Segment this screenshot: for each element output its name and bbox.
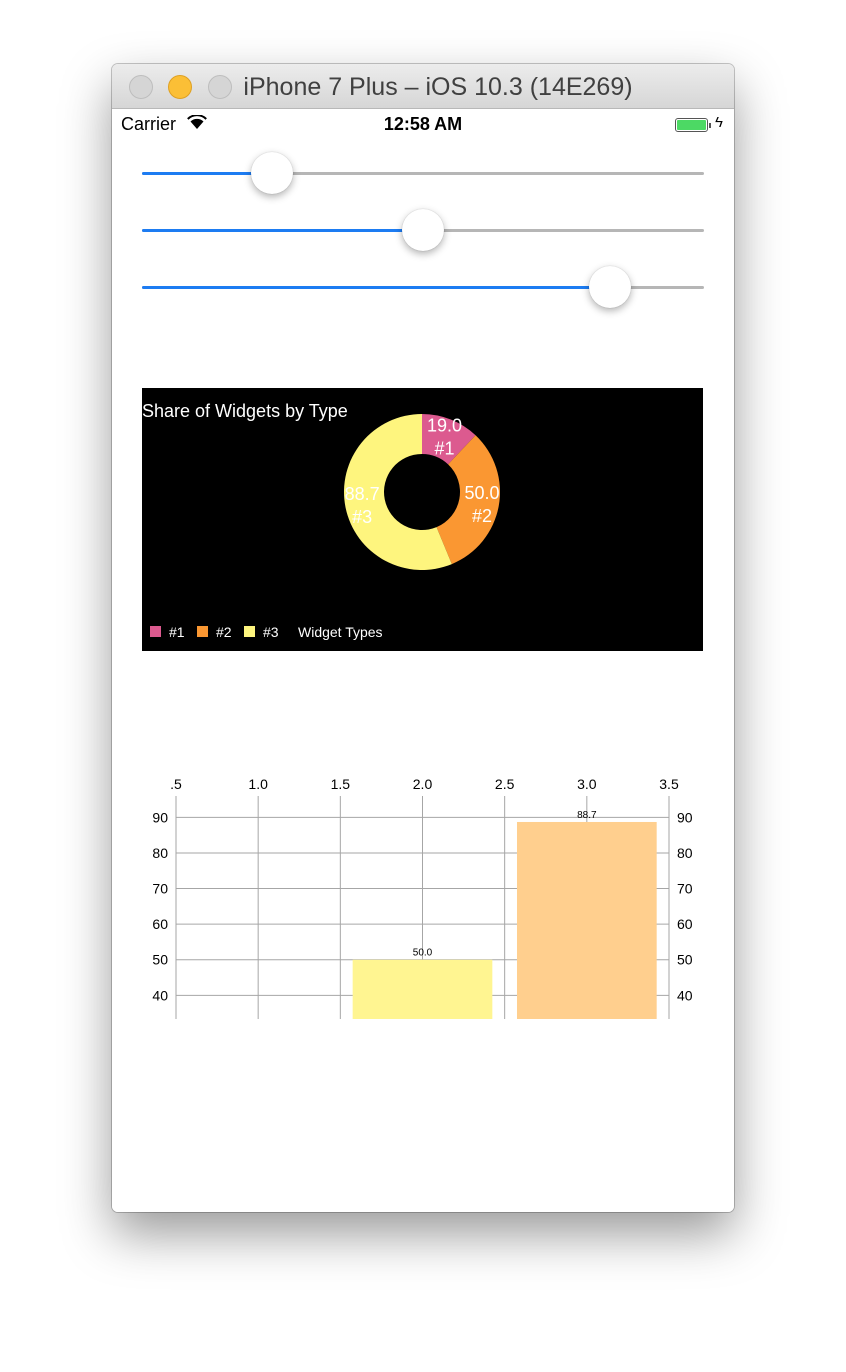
bar bbox=[352, 959, 493, 1019]
x-tick-label: .5 bbox=[170, 776, 182, 792]
pie-chart[interactable]: Share of Widgets by Type 19.0 #1 50.0 #2 88.7… bbox=[142, 388, 703, 651]
x-tick-label: 2.0 bbox=[413, 776, 433, 792]
pie-legend-label: #1 bbox=[169, 624, 185, 640]
y-tick-label-left: 90 bbox=[152, 809, 168, 825]
x-tick-label: 3.0 bbox=[577, 776, 597, 792]
slider-fill bbox=[142, 286, 611, 289]
slider-1[interactable] bbox=[142, 152, 704, 196]
window-title: iPhone 7 Plus – iOS 10.3 (14E269) bbox=[243, 73, 633, 101]
pie-slice-label: #1 bbox=[435, 438, 455, 458]
slider-thumb[interactable] bbox=[251, 152, 294, 194]
device-screen: Carrier 12:58 AM ϟ Share of Widgets by T… bbox=[112, 109, 734, 1212]
charging-bolt-icon: ϟ bbox=[715, 114, 723, 131]
y-tick-label-right: 50 bbox=[677, 952, 693, 968]
slider-thumb[interactable] bbox=[589, 266, 632, 308]
bar bbox=[516, 821, 657, 1019]
pie-legend-swatch bbox=[150, 626, 161, 637]
y-tick-label-left: 60 bbox=[152, 916, 168, 932]
battery-icon bbox=[675, 118, 708, 132]
y-tick-label-left: 50 bbox=[152, 952, 168, 968]
y-tick-label-right: 90 bbox=[677, 809, 693, 825]
pie-legend-label: #3 bbox=[263, 624, 279, 640]
pie-chart-panel: Share of Widgets by Type 19.0 #1 50.0 #2 88.7… bbox=[142, 388, 703, 651]
status-bar: Carrier 12:58 AM ϟ bbox=[112, 109, 734, 141]
slider-fill bbox=[142, 229, 423, 232]
pie-slice-value-label: 19.0 bbox=[427, 415, 462, 435]
y-tick-label-right: 80 bbox=[677, 845, 693, 861]
bar-chart[interactable]: .51.01.52.02.53.03.520203030404050506060… bbox=[112, 719, 734, 1019]
slider-2[interactable] bbox=[142, 209, 704, 253]
x-tick-label: 1.5 bbox=[331, 776, 351, 792]
pie-slice-label: #2 bbox=[472, 506, 492, 526]
y-tick-label-right: 40 bbox=[677, 987, 693, 1003]
bar-value-label: 88.7 bbox=[577, 810, 597, 821]
battery-cap bbox=[709, 123, 711, 128]
y-tick-label-left: 80 bbox=[152, 845, 168, 861]
bar-value-label: 50.0 bbox=[413, 948, 433, 959]
slider-thumb[interactable] bbox=[402, 209, 444, 251]
pie-legend-swatch bbox=[244, 626, 255, 637]
pie-legend-swatch bbox=[197, 626, 208, 637]
pie-title: Share of Widgets by Type bbox=[142, 401, 348, 421]
pie-legend-label: #2 bbox=[216, 624, 232, 640]
pie-slice-value-label: 50.0 bbox=[464, 483, 499, 503]
slider-3[interactable] bbox=[142, 266, 704, 310]
y-tick-label-left: 40 bbox=[152, 987, 168, 1003]
pie-slice-label: #3 bbox=[352, 507, 372, 527]
x-tick-label: 1.0 bbox=[248, 776, 268, 792]
pie-legend-title: Widget Types bbox=[298, 624, 383, 640]
x-tick-label: 2.5 bbox=[495, 776, 515, 792]
y-tick-label-right: 60 bbox=[677, 916, 693, 932]
y-tick-label-right: 70 bbox=[677, 881, 693, 897]
simulator-window: iPhone 7 Plus – iOS 10.3 (14E269) Carrie… bbox=[112, 64, 734, 1212]
pie-slice-value-label: 88.7 bbox=[345, 484, 380, 504]
x-tick-label: 3.5 bbox=[659, 776, 679, 792]
status-time: 12:58 AM bbox=[383, 114, 463, 134]
title-bar: iPhone 7 Plus – iOS 10.3 (14E269) bbox=[112, 64, 734, 109]
y-tick-label-left: 70 bbox=[152, 881, 168, 897]
